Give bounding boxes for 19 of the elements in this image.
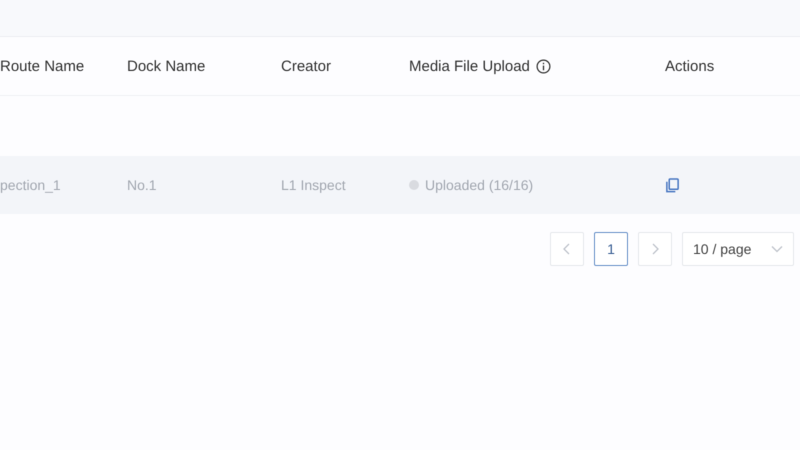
upload-status: Uploaded (16/16) — [425, 177, 534, 193]
page-button[interactable]: 1 — [594, 232, 628, 266]
previous-page-button[interactable] — [550, 232, 584, 266]
table-cell: L1 Inspect — [281, 177, 346, 193]
chevron-down-icon — [771, 245, 783, 253]
column-header: Actions — [665, 58, 714, 74]
info-icon — [536, 58, 551, 74]
page-size-select[interactable]: 10 / page — [682, 232, 794, 266]
copy-icon[interactable] — [665, 178, 680, 192]
status-dot — [409, 180, 419, 190]
table-cell: pection_1 — [0, 177, 61, 193]
table-cell: No.1 — [127, 177, 157, 193]
column-header: Media File Upload — [409, 58, 530, 74]
column-header: Route Name — [0, 58, 84, 74]
next-page-button[interactable] — [638, 232, 672, 266]
column-header: Creator — [281, 58, 332, 74]
chevron-left-icon — [563, 243, 571, 255]
column-header: Dock Name — [127, 58, 206, 74]
chevron-right-icon — [651, 243, 659, 255]
